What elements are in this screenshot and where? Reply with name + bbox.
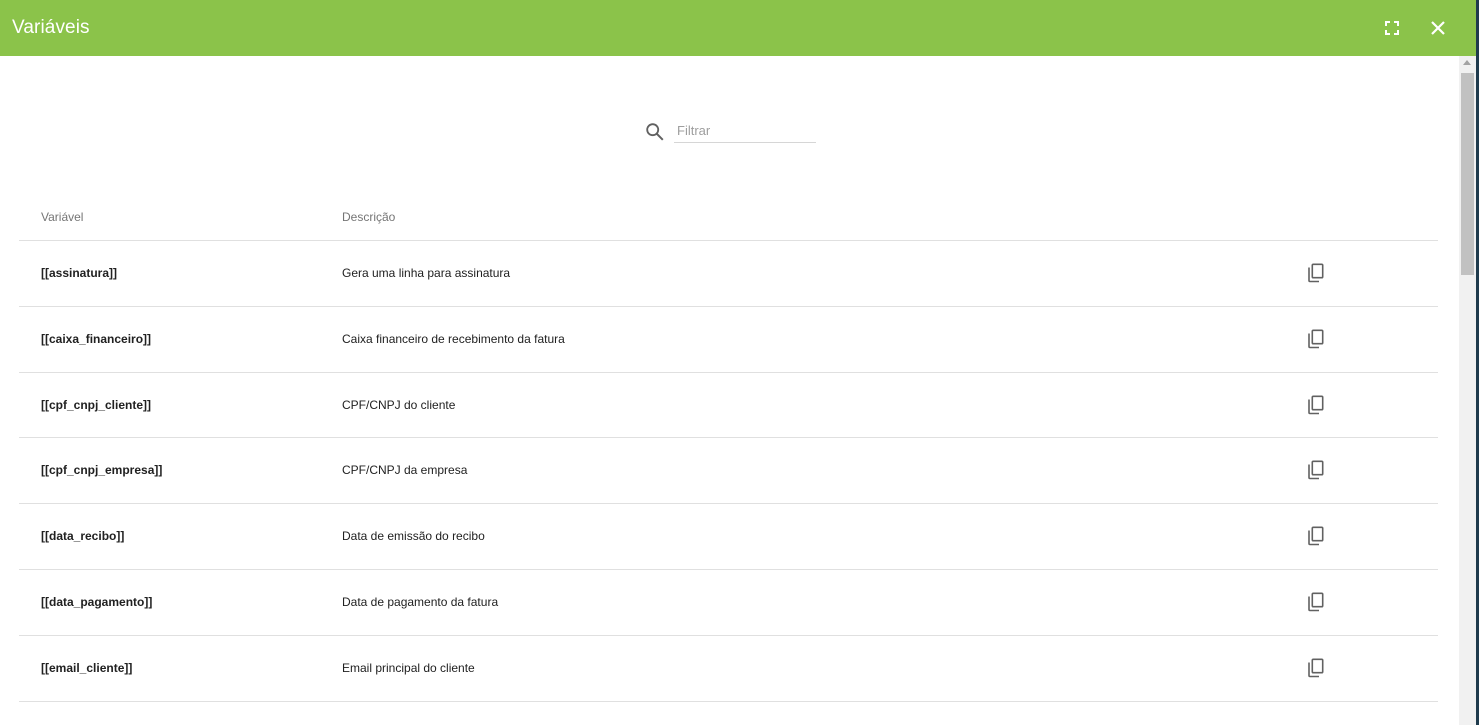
copy-button[interactable]	[1305, 328, 1327, 350]
variable-name: [[cpf_cnpj_cliente]]	[41, 397, 152, 412]
table-header: Variável Descrição	[19, 196, 1438, 241]
copy-icon	[1308, 658, 1324, 678]
variable-description: Email principal do cliente	[342, 660, 475, 675]
copy-icon	[1308, 263, 1324, 283]
close-button[interactable]	[1424, 14, 1452, 42]
copy-button[interactable]	[1305, 657, 1327, 679]
table-row: [[email_cliente]] Email principal do clie…	[19, 636, 1438, 702]
fullscreen-button[interactable]	[1378, 14, 1406, 42]
copy-button[interactable]	[1305, 591, 1327, 613]
search-icon	[646, 123, 664, 141]
scrollbar-thumb[interactable]	[1461, 73, 1474, 275]
scroll-up-arrow[interactable]	[1463, 60, 1471, 65]
copy-icon	[1308, 592, 1324, 612]
variable-description: Gera uma linha para assinatura	[342, 266, 511, 280]
table-row: [[assinatura]] Gera uma linha para assina…	[19, 241, 1438, 307]
close-icon	[1431, 21, 1445, 35]
variable-name: [[data_recibo]]	[41, 529, 125, 544]
table-body: [[assinatura]] Gera uma linha para assina…	[19, 241, 1438, 702]
variable-name: [[cpf_cnpj_empresa]]	[41, 463, 163, 478]
copy-button[interactable]	[1305, 262, 1327, 284]
variable-name: [[data_pagamento]]	[41, 594, 153, 609]
vertical-scrollbar[interactable]	[1459, 56, 1476, 725]
table-row: [[data_recibo]] Data de emissão do recibo	[19, 504, 1438, 570]
variable-name: [[caixa_financeiro]]	[41, 331, 152, 346]
table-row: [[cpf_cnpj_cliente]] CPF/CNPJ do cliente	[19, 373, 1438, 439]
filter-input[interactable]	[674, 118, 816, 143]
copy-button[interactable]	[1305, 525, 1327, 547]
copy-button[interactable]	[1305, 459, 1327, 481]
variable-description: CPF/CNPJ da empresa	[342, 463, 468, 478]
copy-icon	[1308, 460, 1324, 480]
variable-description: Caixa financeiro de recebimento da fatur…	[342, 331, 565, 346]
column-header-description: Descrição	[342, 210, 396, 224]
copy-button[interactable]	[1305, 394, 1327, 416]
dialog-title: Variáveis	[12, 17, 90, 38]
variable-description: Data de emissão do recibo	[342, 529, 485, 544]
variable-name: [[assinatura]]	[41, 266, 118, 280]
fullscreen-icon	[1385, 21, 1399, 35]
copy-icon	[1308, 526, 1324, 546]
variables-table: Variável Descrição [[assinatura]] Gera um…	[19, 196, 1438, 702]
variable-name: [[email_cliente]]	[41, 660, 133, 675]
copy-icon	[1308, 395, 1324, 414]
variable-description: CPF/CNPJ do cliente	[342, 397, 456, 412]
column-header-variable: Variável	[41, 210, 84, 224]
variable-description: Data de pagamento da fatura	[342, 594, 499, 609]
table-row: [[caixa_financeiro]] Caixa financeiro de …	[19, 307, 1438, 373]
copy-icon	[1308, 329, 1324, 349]
filter-bar	[644, 116, 816, 144]
table-row: [[cpf_cnpj_empresa]] CPF/CNPJ da empresa	[19, 438, 1438, 505]
dialog-header: Variáveis	[0, 0, 1476, 56]
table-row: [[data_pagamento]] Data de pagamento da f…	[19, 570, 1438, 636]
